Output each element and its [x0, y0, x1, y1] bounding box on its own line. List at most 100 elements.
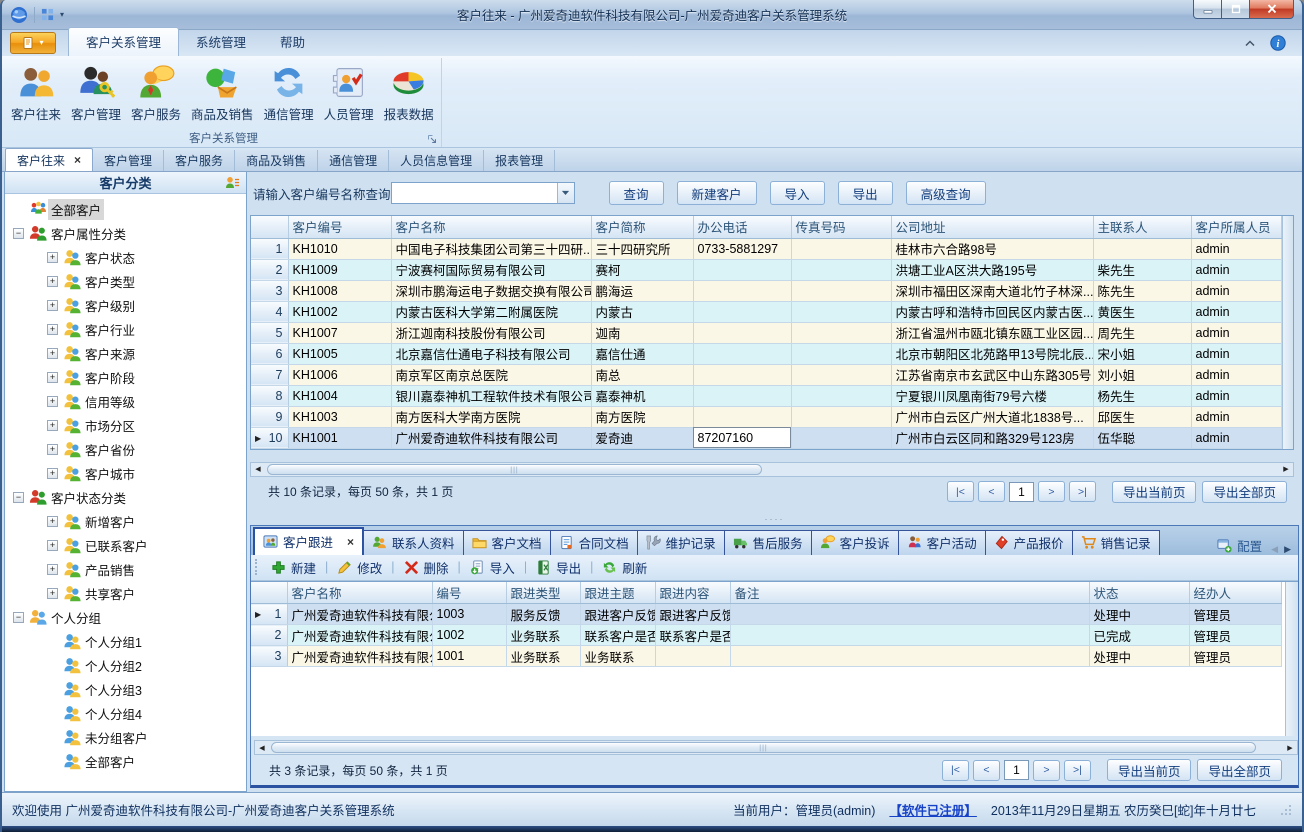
table-row[interactable]: 2KH1009宁波赛柯国际贸易有限公司赛柯洪塘工业A区洪大路195号柴先生adm… — [251, 259, 1281, 280]
action-button[interactable]: 高级查询 — [906, 181, 986, 205]
tree-item[interactable]: −客户属性分类 — [5, 221, 246, 245]
toolbar-button[interactable]: 新建 — [266, 556, 321, 579]
tree-item[interactable]: 个人分组3 — [5, 677, 246, 701]
expand-icon[interactable]: + — [47, 252, 58, 263]
tree-item[interactable]: +信用等级 — [5, 389, 246, 413]
close-tab-icon[interactable]: × — [74, 154, 81, 166]
column-header[interactable]: 状态 — [1089, 582, 1189, 604]
document-tab[interactable]: 客户管理 — [93, 150, 164, 171]
column-header[interactable]: 公司地址 — [891, 216, 1093, 238]
info-icon[interactable]: i — [1270, 35, 1286, 51]
tree-item[interactable]: 全部客户 — [5, 749, 246, 773]
last-page-button[interactable]: >| — [1064, 760, 1091, 781]
toolbar-button[interactable]: 修改 — [332, 556, 387, 579]
expand-icon[interactable]: + — [47, 444, 58, 455]
ribbon-tab[interactable]: 系统管理 — [179, 28, 263, 56]
document-tab[interactable]: 客户往来× — [5, 148, 93, 171]
table-row[interactable]: 6KH1005北京嘉信仕通电子科技有限公司嘉信仕通北京市朝阳区北苑路甲13号院北… — [251, 343, 1281, 364]
table-row[interactable]: ▶10KH1001广州爱奇迪软件科技有限公司爱奇迪87207160广州市白云区同… — [251, 427, 1281, 448]
action-button[interactable]: 导出 — [838, 181, 893, 205]
scrollbar-thumb[interactable]: ||| — [271, 742, 1256, 753]
tree-item[interactable]: +客户省份 — [5, 437, 246, 461]
collapse-icon[interactable]: − — [13, 612, 24, 623]
page-number-input[interactable] — [1004, 760, 1029, 780]
table-row[interactable]: 5KH1007浙江迦南科技股份有限公司迦南浙江省温州市瓯北镇东瓯工业区园...周… — [251, 322, 1281, 343]
export-all-pages-button[interactable]: 导出全部页 — [1197, 759, 1282, 781]
tree-item[interactable]: 个人分组4 — [5, 701, 246, 725]
tree-item[interactable]: −个人分组 — [5, 605, 246, 629]
expand-icon[interactable]: + — [47, 396, 58, 407]
tree-item[interactable]: 个人分组2 — [5, 653, 246, 677]
application-menu-button[interactable]: ▾ — [10, 32, 56, 54]
last-page-button[interactable]: >| — [1069, 481, 1096, 502]
expand-icon[interactable]: + — [47, 348, 58, 359]
expand-icon[interactable]: + — [47, 516, 58, 527]
followup-grid-horizontal-scrollbar[interactable]: ◀ ||| ▶ — [254, 740, 1298, 755]
tree-item[interactable]: +客户级别 — [5, 293, 246, 317]
expand-icon[interactable]: + — [47, 588, 58, 599]
first-page-button[interactable]: |< — [947, 481, 974, 502]
document-tab[interactable]: 通信管理 — [318, 150, 389, 171]
collapse-icon[interactable]: − — [13, 492, 24, 503]
expand-icon[interactable]: + — [47, 564, 58, 575]
followup-grid-vertical-scrollbar[interactable] — [1285, 582, 1298, 737]
expand-icon[interactable]: + — [47, 540, 58, 551]
prev-page-button[interactable]: < — [978, 481, 1005, 502]
column-header[interactable]: 传真号码 — [791, 216, 891, 238]
config-tab-button[interactable]: 配置 — [1211, 536, 1268, 555]
export-current-page-button[interactable]: 导出当前页 — [1107, 759, 1192, 781]
expand-icon[interactable]: + — [47, 324, 58, 335]
next-page-button[interactable]: > — [1033, 760, 1060, 781]
table-row[interactable]: 1KH1010中国电子科技集团公司第三十四研...三十四研究所0733-5881… — [251, 238, 1281, 259]
column-header[interactable]: 主联系人 — [1093, 216, 1191, 238]
ribbon-button[interactable]: 通信管理 — [259, 61, 319, 126]
tree-item[interactable]: +已联系客户 — [5, 533, 246, 557]
column-header[interactable]: 跟进类型 — [506, 582, 580, 604]
related-tab[interactable]: 联系人资料 — [363, 530, 464, 555]
action-button[interactable]: 新建客户 — [677, 181, 757, 205]
maximize-button[interactable] — [1221, 0, 1250, 19]
action-button[interactable]: 查询 — [609, 181, 664, 205]
scrollbar-thumb[interactable]: ||| — [267, 464, 762, 475]
customers-grid-vertical-scrollbar[interactable] — [1282, 216, 1294, 449]
column-header[interactable]: 客户名称 — [287, 582, 432, 604]
scroll-left-icon[interactable]: ◀ — [251, 463, 265, 476]
tree-item[interactable]: +市场分区 — [5, 413, 246, 437]
collapse-ribbon-icon[interactable] — [1244, 39, 1256, 47]
table-row[interactable]: 8KH1004银川嘉泰神机工程软件技术有限公司嘉泰神机宁夏银川凤凰南街79号六楼… — [251, 385, 1281, 406]
search-input[interactable] — [392, 183, 557, 203]
toolbar-button[interactable]: 导入 — [465, 556, 520, 579]
tab-scroll-left-icon[interactable]: ◀ — [1268, 544, 1281, 555]
qat-grid-icon[interactable] — [41, 8, 54, 21]
table-row[interactable]: 7KH1006南京军区南京总医院南总江苏省南京市玄武区中山东路305号刘小姐ad… — [251, 364, 1281, 385]
related-tab[interactable]: 客户活动 — [898, 530, 986, 555]
related-tab[interactable]: 售后服务 — [724, 530, 812, 555]
ribbon-button[interactable]: 商品及销售 — [186, 61, 259, 126]
splitter-handle[interactable]: ···· — [250, 513, 1299, 525]
customers-grid-horizontal-scrollbar[interactable]: ◀ ||| ▶ — [250, 462, 1294, 477]
related-tab[interactable]: 销售记录 — [1072, 530, 1160, 555]
column-header[interactable]: 办公电话 — [693, 216, 791, 238]
table-row[interactable]: 3KH1008深圳市鹏海运电子数据交换有限公司鹏海运深圳市福田区深南大道北竹子林… — [251, 280, 1281, 301]
tree-item[interactable]: 全部客户 — [5, 197, 246, 221]
page-number-input[interactable] — [1009, 482, 1034, 502]
license-link[interactable]: 【软件已注册】 — [889, 800, 977, 819]
expand-icon[interactable]: + — [47, 468, 58, 479]
tree-item[interactable]: +产品销售 — [5, 557, 246, 581]
tree-item[interactable]: +客户阶段 — [5, 365, 246, 389]
ribbon-tab[interactable]: 客户关系管理 — [68, 27, 179, 56]
tree-item[interactable]: +客户城市 — [5, 461, 246, 485]
export-current-page-button[interactable]: 导出当前页 — [1112, 481, 1197, 503]
ribbon-tab[interactable]: 帮助 — [263, 28, 322, 56]
close-button[interactable] — [1249, 0, 1294, 19]
related-tab[interactable]: 客户投诉 — [811, 530, 899, 555]
next-page-button[interactable]: > — [1038, 481, 1065, 502]
tree-item[interactable]: +客户来源 — [5, 341, 246, 365]
minimize-button[interactable] — [1193, 0, 1222, 19]
combo-dropdown-button[interactable] — [557, 183, 574, 203]
column-header[interactable]: 备注 — [730, 582, 1089, 604]
tree-item[interactable]: +客户类型 — [5, 269, 246, 293]
column-header[interactable]: 跟进主题 — [580, 582, 655, 604]
column-header[interactable]: 编号 — [432, 582, 506, 604]
scroll-right-icon[interactable]: ▶ — [1279, 463, 1293, 476]
